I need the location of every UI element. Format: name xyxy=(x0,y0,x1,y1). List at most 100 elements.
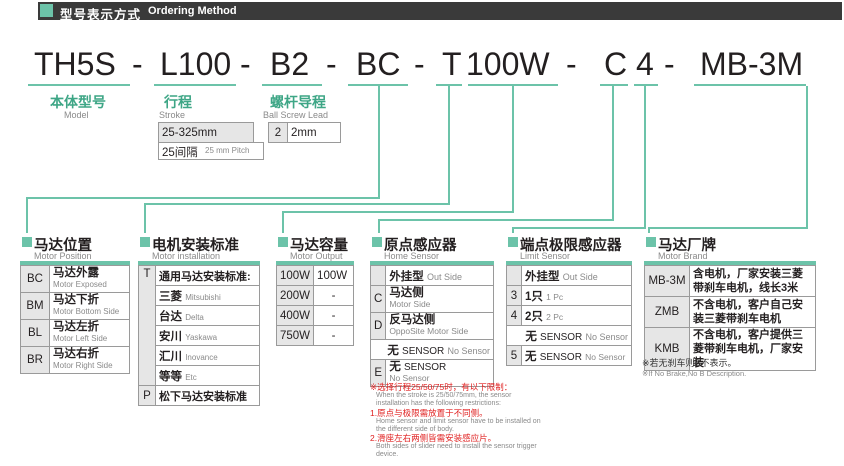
motor-position-cn: 马达右折 xyxy=(53,348,99,360)
connector-install-v xyxy=(448,86,450,204)
table-row: ZMB 不含电机，客户自己安装三菱带刹车电机 xyxy=(644,296,816,328)
home-sensor-code: C xyxy=(369,285,387,313)
limit-sensor-none-cn: 无 xyxy=(525,330,537,343)
table-row: 4 2只 2 Pc xyxy=(506,305,632,326)
table-row: BL 马达左折 Motor Left Side xyxy=(20,319,130,347)
table-row: C 马达侧 Motor Side xyxy=(369,285,494,313)
code-dash-3: - xyxy=(326,46,337,82)
limit-sensor-head-code xyxy=(506,265,522,286)
table-row: MB-3M 含电机，厂家安装三菱带刹车电机，线长3米 xyxy=(644,265,816,297)
limit-sensor-subtitle: Limit Sensor xyxy=(520,251,571,261)
stroke-pitch-cn: 25间隔 xyxy=(162,147,198,159)
limit-sensor-en: 1 Pc xyxy=(546,291,564,302)
connector-position-down xyxy=(26,197,28,233)
home-sensor-en: Motor Side xyxy=(389,299,431,309)
table-row: 3 1只 1 Pc xyxy=(506,285,632,306)
home-sensor-cn: 马达侧 xyxy=(389,287,424,299)
connector-position-v xyxy=(378,86,380,198)
home-sensor-none-en: No Sensor xyxy=(447,345,490,356)
connector-limit-down xyxy=(512,227,514,233)
header: 型号表示方式 Ordering Method xyxy=(0,0,844,22)
table-row: BM 马达下折 Motor Bottom Side xyxy=(20,292,130,320)
limit-sensor-desc: 2只 2 Pc xyxy=(521,305,632,326)
header-title-cn: 型号表示方式 xyxy=(60,8,142,22)
code-home-sensor: C xyxy=(604,46,628,82)
header-title-en: Ordering Method xyxy=(148,5,237,17)
limit-sensor-code: 4 xyxy=(506,305,522,326)
lead-value: 2mm xyxy=(287,122,341,143)
motor-position-en: Motor Exposed xyxy=(53,280,107,289)
code-motor-output: 100W xyxy=(466,46,550,82)
connector-output-v xyxy=(512,86,514,212)
limit-sensor-none2-label: SENSOR xyxy=(539,351,582,363)
connector-home-down xyxy=(378,219,380,233)
motor-position-cn: 马达外露 xyxy=(53,267,99,279)
connector-brand-v xyxy=(806,86,808,228)
connector-position-h xyxy=(26,197,380,199)
stroke-pitch-cell: 25间隔 25 mm Pitch xyxy=(158,142,264,160)
limit-sensor-none2-en: No Sensor xyxy=(585,351,626,362)
table-row: 台达 Delta xyxy=(139,305,260,326)
code-dash-4: - xyxy=(414,46,425,82)
limit-sensor-none-en: No Sensor xyxy=(585,331,628,342)
motor-output-code: 400W xyxy=(275,305,315,326)
limit-sensor-none2: 无 SENSOR No Sensor xyxy=(521,345,632,366)
code-lead: B2 xyxy=(270,46,310,82)
underline-stroke xyxy=(154,84,236,86)
code-motor-install: T xyxy=(442,46,462,82)
brand-cn: 三菱 xyxy=(159,290,182,303)
connector-install-h xyxy=(144,203,450,205)
code-dash-1: - xyxy=(132,46,143,82)
motor-position-cn: 马达左折 xyxy=(53,321,99,333)
table-row: 等等 Etc xyxy=(139,365,260,386)
motor-output-value: - xyxy=(313,285,354,306)
code-stroke: L100 xyxy=(160,46,232,82)
table-row: 100W 100W xyxy=(275,265,354,286)
motor-install-p-label: 松下马达安装标准 xyxy=(155,385,260,406)
code-motor-position: BC xyxy=(356,46,401,82)
limit-sensor-cn: 1只 xyxy=(525,290,543,303)
model-label-en: Model xyxy=(64,110,89,120)
limit-sensor-en: 2 Pc xyxy=(546,311,564,322)
motor-brand-code: ZMB xyxy=(644,296,690,328)
table-row: 400W - xyxy=(275,305,354,326)
motor-brand-desc: 不含电机，客户自己安装三菱带刹车电机 xyxy=(689,296,816,328)
lead-table: 2 2mm xyxy=(268,122,341,143)
code-dash-5: - xyxy=(566,46,577,82)
code-dash-6: - xyxy=(664,46,675,82)
connector-brand-down xyxy=(648,227,650,233)
table-row: D 反马达侧 OppoSite Motor Side xyxy=(369,312,494,340)
home-sensor-none: 无 SENSOR No Sensor xyxy=(370,339,494,360)
motor-position-code: BM xyxy=(20,292,50,320)
motor-install-p-code: P xyxy=(138,385,156,406)
brand-en: Etc xyxy=(185,372,197,382)
connector-limit-h xyxy=(512,227,646,229)
stroke-pitch-en: 25 mm Pitch xyxy=(205,146,250,155)
brand-en: Inovance xyxy=(185,352,218,362)
motor-position-en: Motor Left Side xyxy=(53,334,108,343)
brand-cn: 台达 xyxy=(159,310,182,323)
motor-output-square-icon xyxy=(278,237,288,247)
table-row: 200W - xyxy=(275,285,354,306)
motor-output-code: 100W xyxy=(275,265,315,286)
home-sensor-head-cn: 外挂型 xyxy=(389,270,424,283)
motor-output-code: 750W xyxy=(275,325,315,346)
lead-code: 2 xyxy=(268,122,288,143)
motor-output-value: - xyxy=(313,325,354,346)
motor-install-brand: 三菱 Mitsubishi xyxy=(155,285,260,306)
home-sensor-en: OppoSite Motor Side xyxy=(389,326,469,336)
home-sensor-subtitle: Home Sensor xyxy=(384,251,440,261)
motor-install-brand: 等等 Etc xyxy=(155,365,260,386)
notes-title-en: When the stroke is 25/50/75mm, the senso… xyxy=(376,392,512,407)
motor-position-table: BC 马达外露 Motor Exposed BM 马达下折 Motor Bottom… xyxy=(20,265,130,374)
limit-sensor-head: 外挂型 Out Side xyxy=(521,265,632,286)
limit-sensor-table: 外挂型 Out Side 3 1只 1 Pc 4 2只 2 Pc 无 SENSO… xyxy=(506,265,632,366)
motor-install-brand: 汇川 Inovance xyxy=(155,345,260,366)
motor-position-desc: 马达右折 Motor Right Side xyxy=(49,346,130,374)
code-limit-sensor: 4 xyxy=(636,46,654,82)
motor-install-brand: 安川 Yaskawa xyxy=(155,325,260,346)
motor-brand-subtitle: Motor Brand xyxy=(658,251,708,261)
underline-limit xyxy=(634,84,658,86)
underline-lead xyxy=(262,84,322,86)
header-square-icon xyxy=(40,4,53,17)
